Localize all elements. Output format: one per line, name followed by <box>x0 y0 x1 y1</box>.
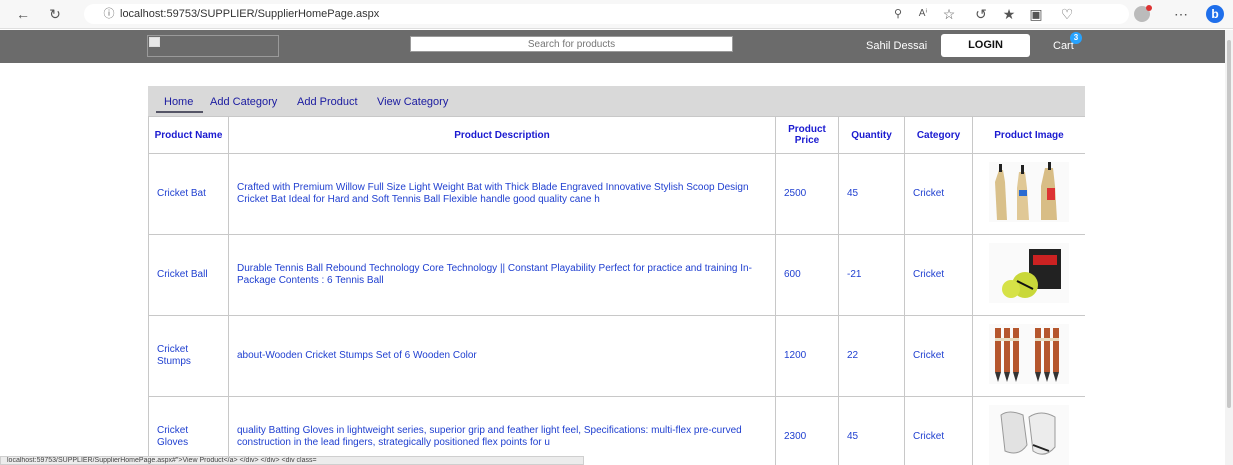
refresh-icon[interactable]: ↻ <box>46 5 64 23</box>
product-description-cell[interactable]: quality Batting Gloves in lightweight se… <box>228 396 776 465</box>
scrollbar-thumb[interactable] <box>1227 40 1231 408</box>
product-image-cell <box>972 315 1085 397</box>
info-icon[interactable]: ⓘ <box>100 5 118 23</box>
product-name-cell[interactable]: Cricket Gloves <box>148 396 229 465</box>
table-row: Cricket Gloves quality Batting Gloves in… <box>148 396 1085 465</box>
search-icon[interactable]: ⚲ <box>889 5 907 23</box>
product-category-cell[interactable]: Cricket <box>904 153 973 235</box>
header-product-price: Product Price <box>775 116 839 154</box>
table-row: Cricket Ball Durable Tennis Ball Rebound… <box>148 234 1085 316</box>
product-category-cell[interactable]: Cricket <box>904 315 973 397</box>
header-product-description: Product Description <box>228 116 776 154</box>
product-quantity-cell[interactable]: -21 <box>838 234 905 316</box>
performance-icon[interactable]: ♡ <box>1058 5 1076 23</box>
search-input[interactable] <box>410 36 733 52</box>
back-icon[interactable]: ← <box>14 5 32 23</box>
table-header-row: Product Name Product Description Product… <box>148 116 1085 154</box>
product-image-cell <box>972 234 1085 316</box>
username-label: Sahil Dessai <box>866 40 928 52</box>
tab-add-category[interactable]: Add Category <box>210 96 277 108</box>
product-name-cell[interactable]: Cricket Ball <box>148 234 229 316</box>
header-category: Category <box>904 116 973 154</box>
url-text[interactable]: localhost:59753/SUPPLIER/SupplierHomePag… <box>120 8 379 20</box>
header-quantity: Quantity <box>838 116 905 154</box>
tab-add-product[interactable]: Add Product <box>297 96 358 108</box>
admin-nav-bar <box>148 86 1085 116</box>
product-category-cell[interactable]: Cricket <box>904 234 973 316</box>
product-image-cell <box>972 153 1085 235</box>
tab-view-category[interactable]: View Category <box>377 96 448 108</box>
notification-dot <box>1146 5 1152 11</box>
product-description-cell[interactable]: about-Wooden Cricket Stumps Set of 6 Woo… <box>228 315 776 397</box>
product-image-cell <box>972 396 1085 465</box>
tab-home[interactable]: Home <box>155 96 204 113</box>
cart-count-badge: 3 <box>1070 32 1082 44</box>
copilot-icon[interactable]: ↺ <box>972 5 990 23</box>
product-price-cell[interactable]: 600 <box>775 234 839 316</box>
product-quantity-cell[interactable]: 45 <box>838 153 905 235</box>
table-row: Cricket Stumps about-Wooden Cricket Stum… <box>148 315 1085 397</box>
table-row: Cricket Bat Crafted with Premium Willow … <box>148 153 1085 235</box>
product-description-cell[interactable]: Crafted with Premium Willow Full Size Li… <box>228 153 776 235</box>
product-category-cell[interactable]: Cricket <box>904 396 973 465</box>
product-table: Product Name Product Description Product… <box>148 116 1085 465</box>
status-bar: localhost:59753/SUPPLIER/SupplierHomePag… <box>0 456 584 465</box>
cricket-gloves-image[interactable] <box>989 405 1069 465</box>
cricket-stumps-image[interactable] <box>989 324 1069 384</box>
favorites-bar-icon[interactable]: ★ <box>1000 5 1018 23</box>
site-logo[interactable] <box>147 35 279 57</box>
cricket-bat-image[interactable] <box>989 162 1069 222</box>
product-name-cell[interactable]: Cricket Bat <box>148 153 229 235</box>
header-product-image: Product Image <box>972 116 1085 154</box>
product-price-cell[interactable]: 1200 <box>775 315 839 397</box>
bing-chat-icon[interactable]: b <box>1206 5 1224 23</box>
favorite-star-icon[interactable]: ☆ <box>940 5 958 23</box>
header-product-name: Product Name <box>148 116 229 154</box>
product-quantity-cell[interactable]: 45 <box>838 396 905 465</box>
login-button[interactable]: LOGIN <box>941 34 1030 57</box>
product-quantity-cell[interactable]: 22 <box>838 315 905 397</box>
product-description-cell[interactable]: Durable Tennis Ball Rebound Technology C… <box>228 234 776 316</box>
product-price-cell[interactable]: 2300 <box>775 396 839 465</box>
product-name-cell[interactable]: Cricket Stumps <box>148 315 229 397</box>
more-menu-icon[interactable]: ⋯ <box>1172 5 1190 23</box>
collections-icon[interactable]: ▣ <box>1027 5 1045 23</box>
read-aloud-icon[interactable]: Aⁱ <box>914 5 932 23</box>
cricket-ball-image[interactable] <box>989 243 1069 303</box>
product-grid: Product Name Product Description Product… <box>148 116 1085 465</box>
product-price-cell[interactable]: 2500 <box>775 153 839 235</box>
